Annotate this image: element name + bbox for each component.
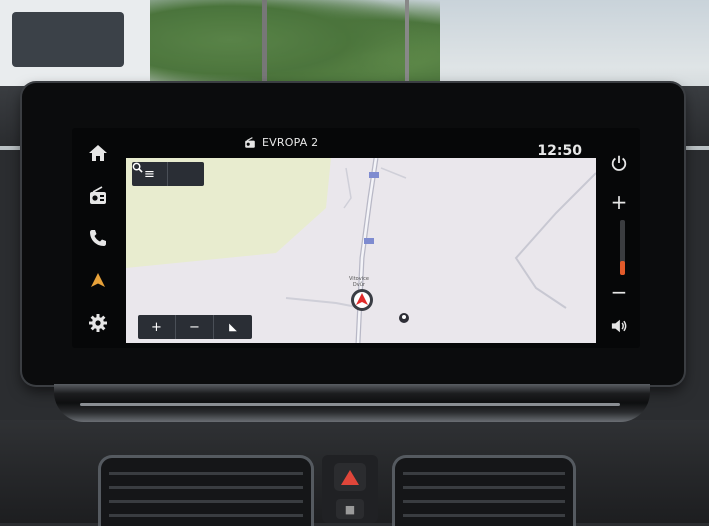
station-name: EVROPA 2 [262,136,319,149]
navigation-map[interactable]: Vitovice Dvůr ≡ + − ◣ [126,158,596,343]
rail-phone-button[interactable] [83,223,113,253]
volume-up-button[interactable]: + [598,190,640,214]
volume-slider[interactable] [620,220,625,275]
menu-icon: ≡ [144,166,155,182]
trim-chrome-line [80,403,620,406]
recenter-icon: ◣ [229,321,237,333]
power-button[interactable] [598,154,640,172]
zoom-out-button[interactable]: − [176,315,214,339]
recenter-button[interactable]: ◣ [214,315,252,339]
background-vehicle [0,0,150,95]
left-rail [72,128,124,348]
place-label: Vitovice Dvůr [349,276,369,288]
rail-settings-button[interactable] [83,308,113,338]
mute-button[interactable] [598,318,640,334]
map-zoom-controls: + − ◣ [138,315,252,339]
rail-home-button[interactable] [83,138,113,168]
phone-icon [90,229,106,246]
volume-level-fill [620,261,625,275]
volume-down-button[interactable]: − [598,280,640,304]
map-side-road [285,297,363,309]
radio-icon [245,136,255,148]
map-side-road [343,167,352,209]
power-icon [611,155,627,171]
rail-radio-button[interactable] [83,181,113,211]
search-icon [132,162,143,173]
map-top-controls: ≡ [132,162,204,186]
map-side-road [514,172,596,309]
radio-icon [90,185,106,204]
navigation-arrow-icon [91,273,105,288]
map-main-road [355,158,379,343]
lock-icon: ■ [344,502,356,516]
map-search-button[interactable] [132,162,204,186]
infotainment-display: EVROPA 2 12:50 Vitovice Dvůr ≡ + − ◣ + − [72,128,640,348]
gear-icon [89,313,107,332]
air-vent-left[interactable] [98,455,314,526]
background-pole [405,0,409,90]
air-vent-right[interactable] [392,455,576,526]
hazard-panel: ■ [322,455,378,523]
hazard-triangle-icon [341,469,359,485]
right-rail: + − [598,128,640,348]
door-lock-button[interactable]: ■ [336,499,364,519]
status-bar: EVROPA 2 12:50 [124,128,594,159]
rail-navigation-button[interactable] [83,265,113,295]
road-number-badge [364,238,374,244]
map-side-road [380,167,407,179]
background-pole [262,0,267,90]
zoom-in-button[interactable]: + [138,315,176,339]
speaker-icon [611,319,627,333]
home-icon [89,145,107,162]
road-number-badge [369,172,379,178]
clock: 12:50 [537,143,582,159]
hazard-button[interactable] [334,463,366,491]
now-playing-station[interactable]: EVROPA 2 [244,136,318,149]
